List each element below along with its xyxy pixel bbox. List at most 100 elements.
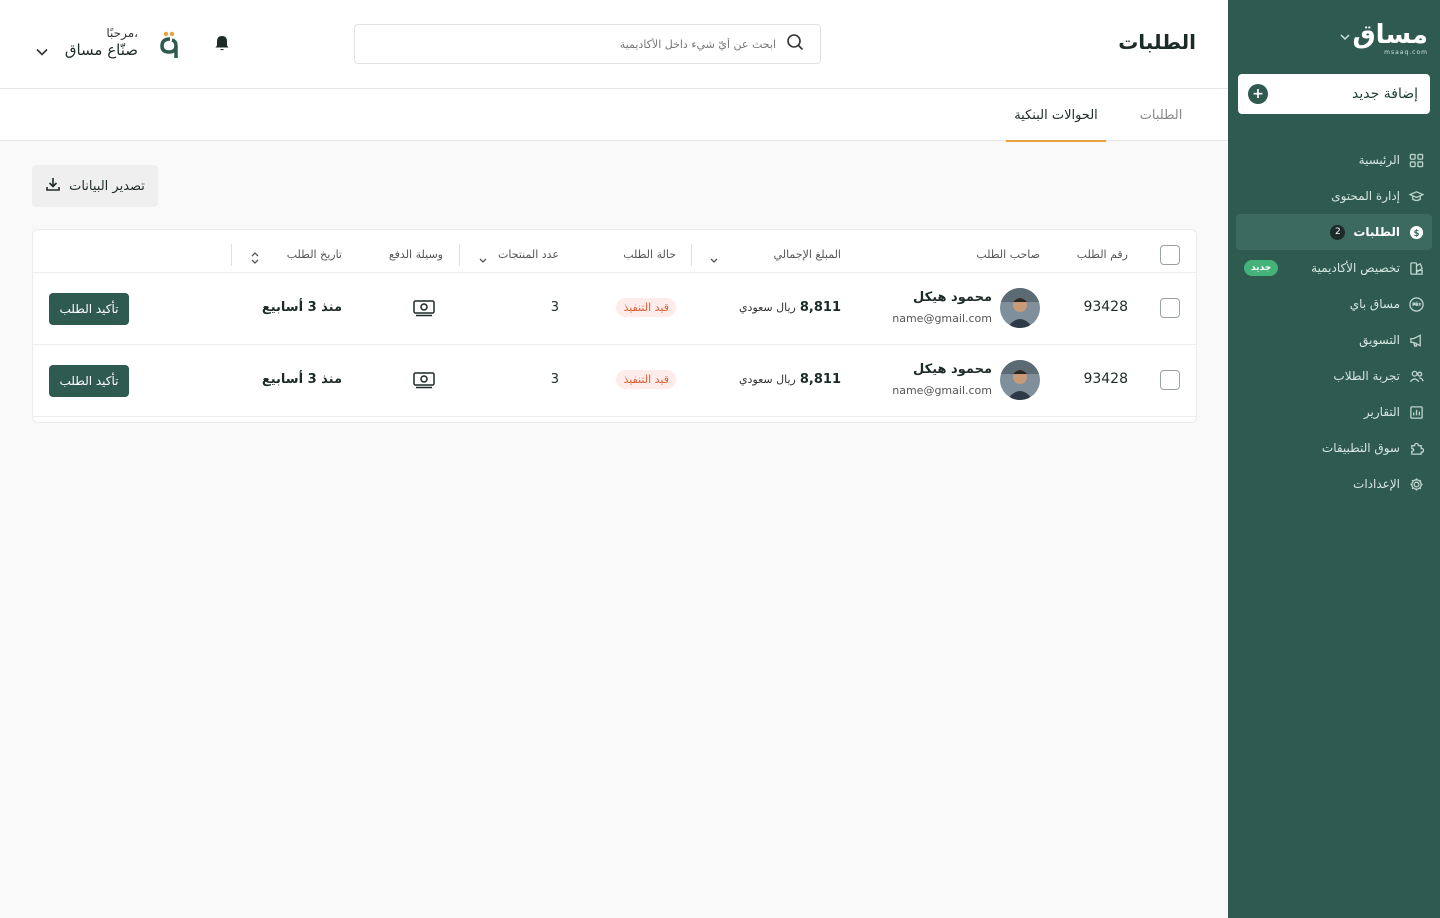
users-icon <box>1408 368 1424 384</box>
table-row: 93428 محمود هيكل name@gmail.com 8,811 ري… <box>33 344 1196 416</box>
sidebar-item-home[interactable]: الرئيسية <box>1236 142 1432 178</box>
search-icon <box>786 33 804 55</box>
customer-email: name@gmail.com <box>892 312 992 325</box>
bell-icon[interactable] <box>214 35 232 53</box>
confirm-order-button[interactable]: تأكيد الطلب <box>49 365 129 397</box>
cash-icon <box>412 371 436 393</box>
brand-domain: msaaq.com <box>1384 49 1428 56</box>
amount-currency: ريال سعودي <box>738 373 796 386</box>
customer-name[interactable]: محمود هيكل <box>913 362 992 377</box>
sidebar-item-label: التسويق <box>1359 333 1400 347</box>
customer-email: name@gmail.com <box>892 384 992 397</box>
column-header-payment: وسيلة الدفع <box>388 248 443 261</box>
orders-table: رقم الطلب صاحب الطلب المبلغ الإجمالي حال… <box>32 229 1197 423</box>
sort-icon[interactable] <box>709 250 719 264</box>
row-checkbox[interactable] <box>1160 298 1180 318</box>
sidebar-item-msaaq-pay[interactable]: مساق باي <box>1236 286 1432 322</box>
status-badge: قيد التنفيذ <box>616 370 676 389</box>
amount-value: 8,811 <box>799 300 841 315</box>
sidebar-item-reports[interactable]: التقارير <box>1236 394 1432 430</box>
avatar <box>1000 288 1040 328</box>
column-header-status: حالة الطلب <box>623 248 676 261</box>
chevron-down-icon[interactable] <box>34 44 50 60</box>
column-header-amount: المبلغ الإجمالي <box>773 248 841 261</box>
cash-icon <box>412 299 436 321</box>
brand-name: مساق <box>1352 20 1428 50</box>
order-number[interactable]: 93428 <box>1083 299 1128 315</box>
sidebar-item-app-store[interactable]: سوق التطبيقات <box>1236 430 1432 466</box>
order-amount: 8,811 ريال سعودي <box>739 372 841 387</box>
sidebar-item-label: سوق التطبيقات <box>1321 441 1400 455</box>
gear-icon <box>1408 476 1424 492</box>
user-name: صنّاع مساق <box>64 41 138 59</box>
plus-icon: + <box>1248 84 1268 104</box>
search-bar[interactable] <box>354 24 821 64</box>
row-checkbox[interactable] <box>1160 370 1180 390</box>
sidebar-item-students[interactable]: تجربة الطلاب <box>1236 358 1432 394</box>
grid-icon <box>1408 152 1424 168</box>
sidebar-item-customize[interactable]: تخصيص الأكاديمية جديد <box>1236 250 1432 286</box>
sidebar: مساق msaaq.com إضافة جديد + الرئيسية إدا… <box>1228 0 1440 918</box>
dollar-circle-icon: $ <box>1408 224 1424 240</box>
new-badge: جديد <box>1244 260 1279 276</box>
download-icon <box>45 176 61 196</box>
export-label: تصدير البيانات <box>69 178 145 194</box>
tabs-bar: الطلبات الحوالات البنكية <box>0 89 1228 142</box>
sidebar-item-label: تخصيص الأكاديمية <box>1311 261 1400 275</box>
sidebar-item-label: الطلبات <box>1353 225 1400 239</box>
pay-icon <box>1408 296 1424 312</box>
graduation-cap-icon <box>1408 188 1424 204</box>
sort-icon[interactable] <box>478 250 488 264</box>
products-count: 3 <box>550 300 559 315</box>
sidebar-item-label: إدارة المحتوى <box>1331 189 1400 203</box>
customer-name[interactable]: محمود هيكل <box>913 290 992 305</box>
add-new-button[interactable]: إضافة جديد + <box>1238 74 1430 114</box>
add-new-label: إضافة جديد <box>1352 86 1418 102</box>
select-all-checkbox[interactable] <box>1160 245 1180 265</box>
sidebar-item-label: مساق باي <box>1349 297 1400 311</box>
tab-bank-transfers[interactable]: الحوالات البنكية <box>1006 89 1106 142</box>
order-number[interactable]: 93428 <box>1083 371 1128 387</box>
export-data-button[interactable]: تصدير البيانات <box>32 165 158 207</box>
confirm-order-button[interactable]: تأكيد الطلب <box>49 293 129 325</box>
sidebar-item-content[interactable]: إدارة المحتوى <box>1236 178 1432 214</box>
svg-text:$: $ <box>1413 227 1419 237</box>
products-count: 3 <box>550 372 559 387</box>
top-header: الطلبات مرحبًا، صنّاع مساق <box>0 0 1228 89</box>
amount-currency: ريال سعودي <box>738 301 796 314</box>
tab-orders[interactable]: الطلبات <box>1126 89 1196 141</box>
order-date: منذ 3 أسابيع <box>261 372 342 387</box>
brand-logo[interactable]: مساق msaaq.com <box>1352 22 1428 56</box>
chevron-down-icon[interactable] <box>1336 28 1354 46</box>
sidebar-item-label: التقارير <box>1363 405 1400 419</box>
sidebar-nav: الرئيسية إدارة المحتوى $ الطلبات 2 تخصيص… <box>1236 142 1432 502</box>
column-header-customer: صاحب الطلب <box>976 248 1040 261</box>
sidebar-item-marketing[interactable]: التسويق <box>1236 322 1432 358</box>
column-header-order-no: رقم الطلب <box>1076 248 1128 261</box>
orders-count-badge: 2 <box>1330 224 1346 240</box>
user-greeting[interactable]: مرحبًا، صنّاع مساق <box>62 26 138 59</box>
order-amount: 8,811 ريال سعودي <box>739 300 841 315</box>
puzzle-icon <box>1408 440 1424 456</box>
sidebar-item-orders[interactable]: $ الطلبات 2 <box>1236 214 1432 250</box>
sort-icon[interactable] <box>250 250 260 264</box>
table-bottom-border <box>33 416 1196 417</box>
table-row: 93428 محمود هيكل name@gmail.com 8,811 ري… <box>33 272 1196 344</box>
academy-logo[interactable] <box>157 30 183 60</box>
column-header-products: عدد المنتجات <box>498 248 559 261</box>
page-title: الطلبات <box>1118 30 1196 54</box>
sidebar-item-settings[interactable]: الإعدادات <box>1236 466 1432 502</box>
column-header-date: تاريخ الطلب <box>286 248 342 261</box>
palette-icon <box>1408 260 1424 276</box>
megaphone-icon <box>1408 332 1424 348</box>
sidebar-item-label: تجربة الطلاب <box>1333 369 1400 383</box>
greeting-text: مرحبًا، <box>106 26 138 40</box>
amount-value: 8,811 <box>799 372 841 387</box>
sidebar-item-label: الإعدادات <box>1353 477 1400 491</box>
search-input[interactable] <box>371 37 776 51</box>
column-divider <box>459 244 460 266</box>
sidebar-item-label: الرئيسية <box>1358 153 1400 167</box>
column-divider <box>691 244 692 266</box>
chart-icon <box>1408 404 1424 420</box>
status-badge: قيد التنفيذ <box>616 298 676 317</box>
